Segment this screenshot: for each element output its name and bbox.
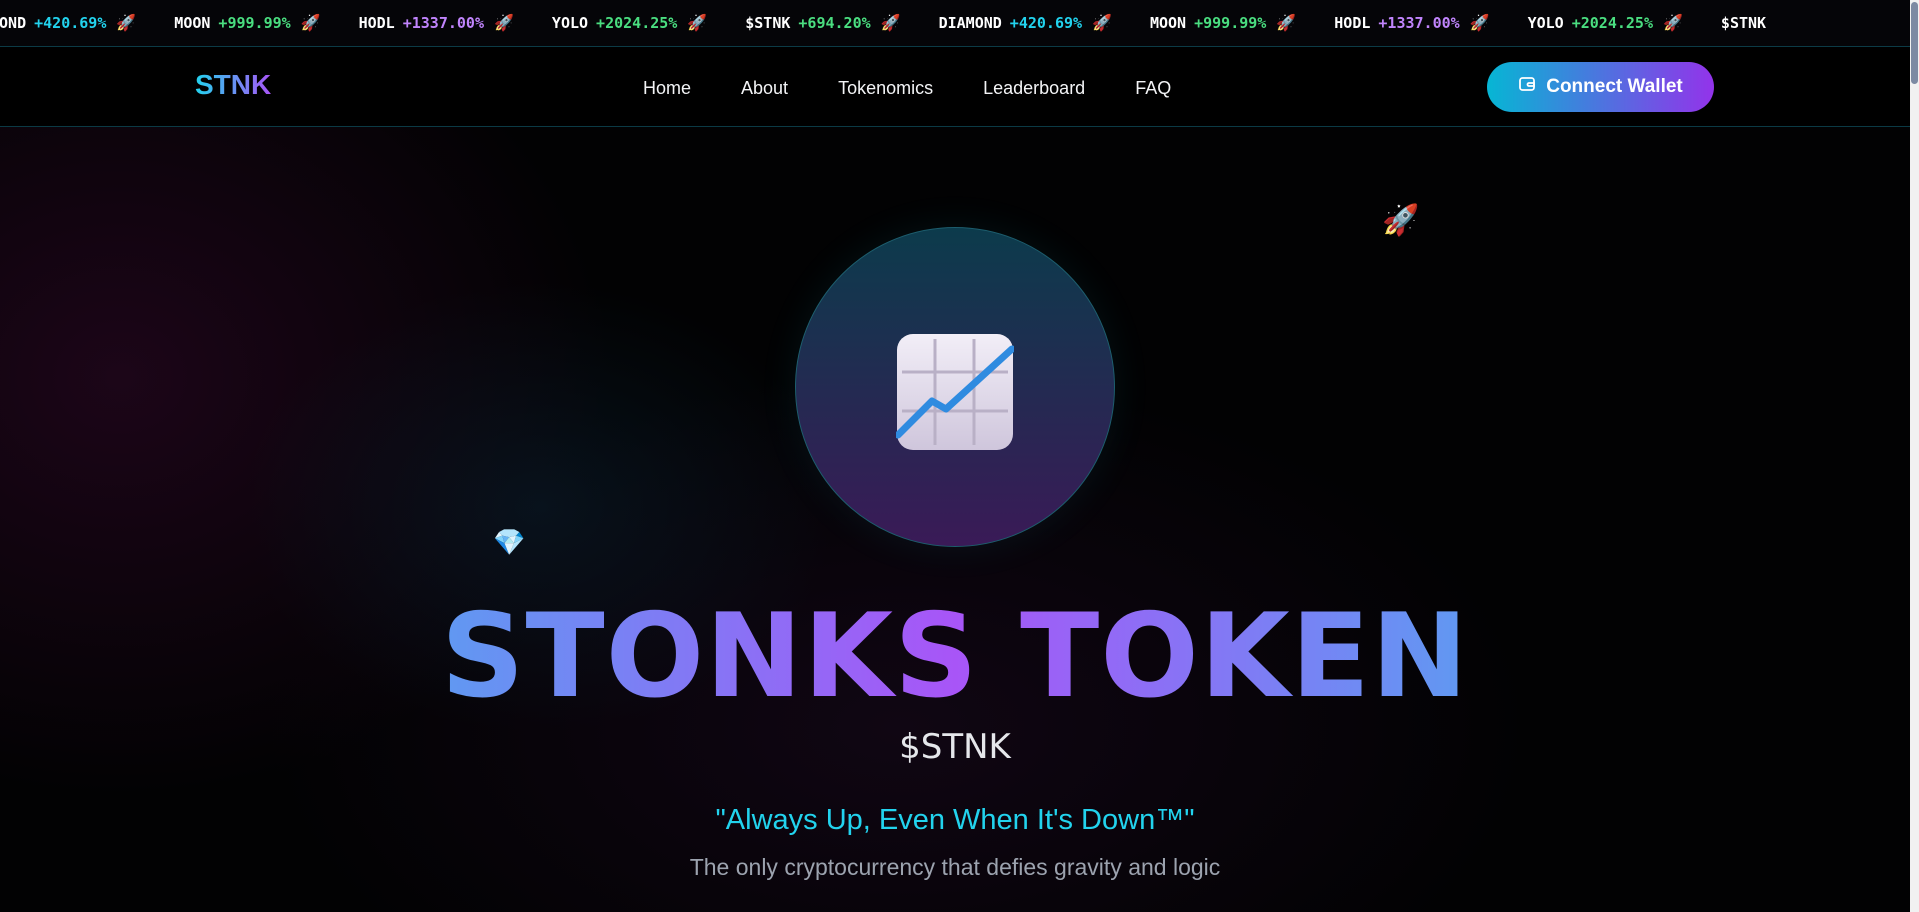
ticker-symbol: MOND	[0, 13, 27, 32]
top-navbar: STNK Home About Tokenomics Leaderboard F…	[0, 47, 1910, 127]
hero-tagline: "Always Up, Even When It's Down™"	[715, 804, 1195, 836]
nav-link-home[interactable]: Home	[643, 78, 691, 99]
ticker-item: YOLO +2024.25% 🚀	[1528, 13, 1683, 32]
scrollbar-thumb[interactable]	[1911, 2, 1918, 84]
rocket-icon: 🚀	[494, 13, 514, 32]
ticker-item: MOON +999.99% 🚀	[1150, 13, 1296, 32]
ticker-item: HODL +1337.00% 🚀	[359, 13, 514, 32]
connect-wallet-label: Connect Wallet	[1546, 76, 1683, 97]
ticker-symbol: DIAMOND	[938, 13, 1002, 32]
connect-wallet-button[interactable]: Connect Wallet	[1487, 62, 1714, 112]
nav-link-faq[interactable]: FAQ	[1135, 78, 1171, 99]
ticker-item: HODL +1337.00% 🚀	[1334, 13, 1489, 32]
rocket-icon: 🚀	[1092, 13, 1112, 32]
page-scrollbar[interactable]	[1910, 0, 1919, 912]
nav-link-about[interactable]: About	[741, 78, 788, 99]
ticker-symbol: MOON	[174, 13, 211, 32]
ticker-symbol: $STNK	[745, 13, 791, 32]
ticker-item: $STNK	[1721, 13, 1774, 32]
site-logo[interactable]: STNK	[195, 69, 271, 101]
rocket-icon: 🚀	[1276, 13, 1297, 32]
price-ticker: MOND +420.69% 🚀 MOON +999.99% 🚀 HODL +1337.00% 🚀…	[0, 0, 1910, 47]
ticker-change: +2024.25%	[596, 13, 678, 32]
nav-links: Home About Tokenomics Leaderboard FAQ	[643, 78, 1171, 99]
ticker-item: $STNK +694.20% 🚀	[745, 13, 900, 32]
ticker-track: MOND +420.69% 🚀 MOON +999.99% 🚀 HODL +1337.00% 🚀…	[0, 13, 1812, 32]
nav-link-tokenomics[interactable]: Tokenomics	[838, 78, 933, 99]
chart-increasing-icon	[894, 333, 1016, 455]
rocket-icon: 🚀	[880, 13, 901, 32]
hero-subtitle: The only cryptocurrency that defies grav…	[689, 854, 1221, 880]
ticker-change: +1337.00%	[402, 13, 484, 32]
ticker-item: DIAMOND +420.69% 🚀	[939, 13, 1112, 32]
rocket-icon: 🚀	[300, 13, 321, 32]
ticker-symbol: HODL	[358, 13, 395, 32]
ticker-symbol: HODL	[1334, 13, 1371, 32]
diamond-icon: 💎	[493, 528, 526, 558]
rocket-icon: 🚀	[1469, 13, 1490, 32]
rocket-icon: 🚀	[687, 13, 708, 32]
ticker-change: +999.99%	[218, 13, 291, 32]
ticker-symbol: MOON	[1149, 13, 1187, 32]
ticker-change: +1337.00%	[1378, 13, 1460, 32]
ticker-item: YOLO +2024.25% 🚀	[552, 13, 707, 32]
ticker-change: +420.69%	[34, 13, 107, 32]
hero-title: STONKS TOKEN	[0, 593, 1910, 721]
token-symbol: $STNK	[899, 727, 1011, 767]
hero-section: 🚀 💎 STONKS TOKEN $STNK "Always Up, Even …	[0, 127, 1910, 912]
wallet-icon	[1518, 75, 1536, 99]
ticker-change: +999.99%	[1194, 13, 1267, 32]
ticker-item: MOND +420.69% 🚀	[0, 13, 136, 32]
rocket-icon: 🚀	[1382, 203, 1420, 238]
ticker-symbol: YOLO	[1527, 13, 1564, 32]
ticker-symbol: $STNK	[1720, 13, 1767, 32]
rocket-icon: 🚀	[1663, 13, 1683, 32]
ticker-symbol: YOLO	[551, 13, 589, 32]
nav-link-leaderboard[interactable]: Leaderboard	[983, 78, 1085, 99]
ticker-change: +2024.25%	[1571, 13, 1653, 32]
ticker-change: +694.20%	[798, 13, 871, 32]
ticker-item: MOON +999.99% 🚀	[174, 13, 320, 32]
hero-logo-circle	[795, 227, 1115, 547]
ticker-change: +420.69%	[1009, 13, 1083, 32]
rocket-icon: 🚀	[116, 13, 137, 32]
